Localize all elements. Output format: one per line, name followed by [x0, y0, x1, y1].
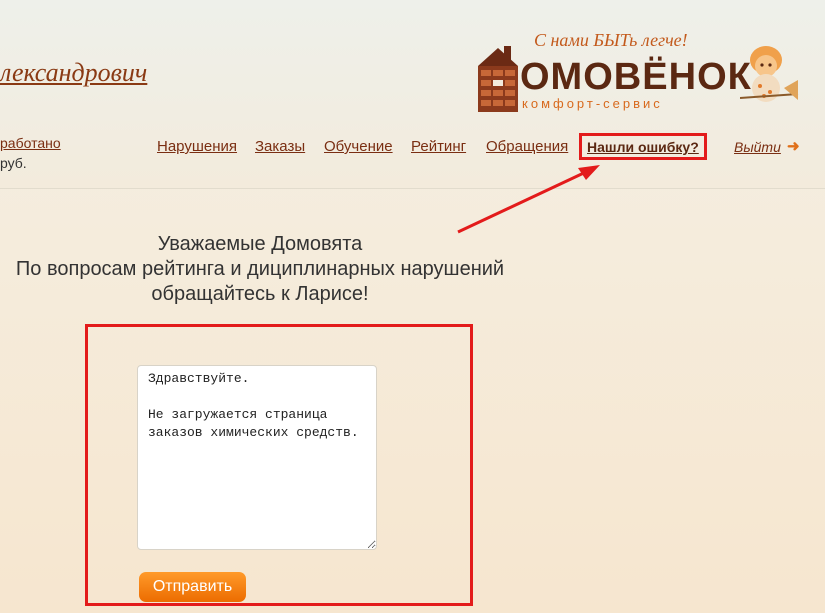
notice-line-3: обращайтесь к Ларисе! — [151, 283, 369, 305]
logout-link[interactable]: Выйти — [734, 139, 781, 155]
found-error-link[interactable]: Нашли ошибку? — [587, 139, 699, 155]
site-header: лександрович работано руб. С нами БЫТь л… — [0, 0, 825, 189]
nav-item-violations[interactable]: Нарушения — [157, 138, 237, 155]
notice-line-1: Уважаемые Домовята — [157, 233, 363, 255]
found-error-highlight: Нашли ошибку? — [579, 133, 707, 160]
notice-line-2: По вопросам рейтинга и дициплинарных нар… — [15, 258, 505, 280]
logo-name: ОМОВЁНОК — [520, 56, 752, 98]
logo-subtitle: комфорт-сервис — [522, 96, 663, 111]
mascot-icon — [740, 46, 799, 102]
logo-tagline: С нами БЫТь легче! — [534, 30, 688, 50]
nav-item-requests[interactable]: Обращения — [486, 138, 568, 155]
notice-text: Уважаемые Домовята По вопросам рейтинга … — [0, 232, 530, 307]
logout-arrow-icon: ➜ — [787, 138, 800, 155]
feedback-textarea[interactable]: Здравствуйте. Не загружается страница за… — [137, 365, 377, 550]
nav-item-orders[interactable]: Заказы — [255, 138, 305, 155]
user-name-link[interactable]: лександрович — [0, 58, 147, 88]
nav-item-training[interactable]: Обучение — [324, 138, 393, 155]
send-button[interactable]: Отправить — [139, 572, 246, 602]
house-icon — [478, 46, 518, 112]
nav-item-rating[interactable]: Рейтинг — [411, 138, 466, 155]
logo[interactable]: С нами БЫТь легче! ОМОВЁНОК комфорт-серв… — [474, 30, 804, 112]
